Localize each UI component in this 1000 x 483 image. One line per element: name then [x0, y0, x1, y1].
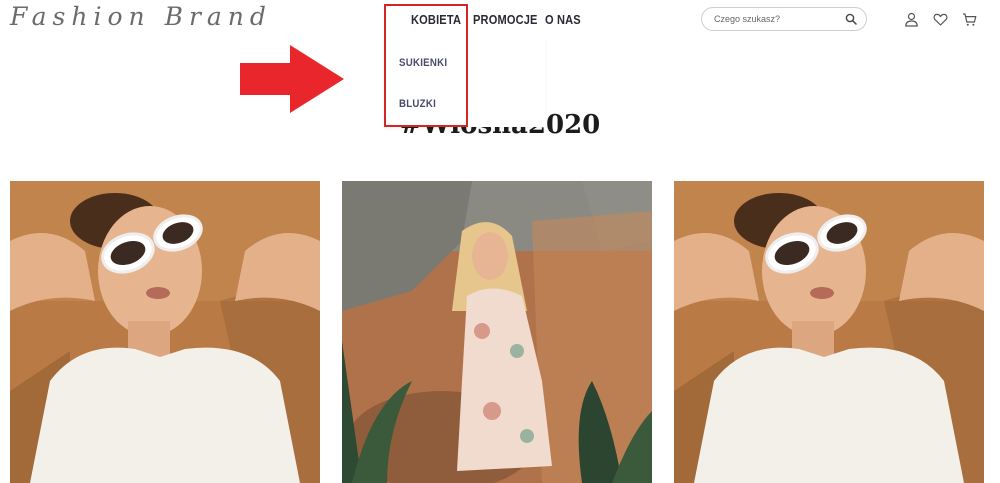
brand-logo[interactable]: Fashion Brand: [10, 2, 272, 31]
user-icon[interactable]: [904, 12, 919, 27]
nav-item-o-nas[interactable]: O NAS: [545, 12, 581, 27]
nav-item-promocje[interactable]: PROMOCJE: [473, 12, 538, 27]
product-photo-woman-sunglasses-2[interactable]: [674, 181, 984, 483]
search-box: [701, 7, 867, 31]
product-photo-woman-sunglasses[interactable]: [10, 181, 320, 483]
search-icon[interactable]: [845, 13, 857, 25]
product-photo-woman-floral-dress[interactable]: [342, 181, 652, 483]
red-arrow-annotation: [240, 45, 344, 113]
cart-icon[interactable]: [962, 12, 977, 27]
heart-icon[interactable]: [933, 12, 948, 27]
search-input[interactable]: [714, 11, 839, 27]
highlight-annotation-box: [384, 4, 468, 127]
